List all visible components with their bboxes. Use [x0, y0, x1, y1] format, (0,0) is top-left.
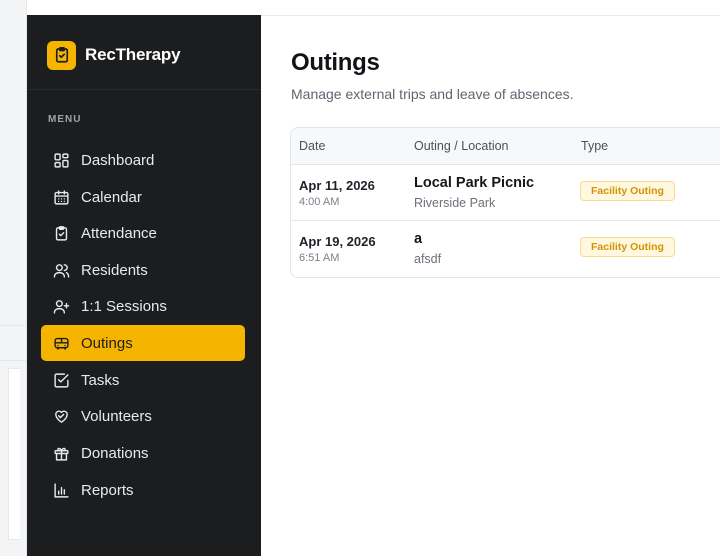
sidebar: RecTherapy MENU Dashboard Calendar Atten…	[27, 15, 261, 556]
sidebar-item-sessions[interactable]: 1:1 Sessions	[41, 288, 245, 324]
sidebar-item-attendance[interactable]: Attendance	[41, 215, 245, 251]
column-header-type[interactable]: Type	[581, 139, 608, 153]
sidebar-item-calendar[interactable]: Calendar	[41, 179, 245, 215]
outing-time: 4:00 AM	[299, 196, 340, 208]
sidebar-item-residents[interactable]: Residents	[41, 252, 245, 288]
heart-handshake-icon	[52, 407, 70, 425]
calendar-icon	[52, 188, 70, 206]
bar-chart-icon	[52, 481, 70, 499]
page-subtitle: Manage external trips and leave of absen…	[291, 86, 574, 102]
dashboard-icon	[52, 151, 70, 169]
type-badge: Facility Outing	[580, 237, 675, 257]
sidebar-item-volunteers[interactable]: Volunteers	[41, 398, 245, 434]
table-row[interactable]: Apr 19, 2026 6:51 AM a afsdf Facility Ou…	[291, 221, 720, 277]
app-name: RecTherapy	[85, 45, 181, 64]
background-panel	[8, 368, 20, 540]
strip-divider	[0, 360, 26, 361]
sidebar-item-outings[interactable]: Outings	[41, 325, 245, 361]
outing-location: afsdf	[414, 252, 442, 266]
users-icon	[52, 261, 70, 279]
sidebar-item-label: 1:1 Sessions	[81, 297, 167, 315]
outing-name[interactable]: a	[414, 231, 422, 247]
sidebar-item-reports[interactable]: Reports	[41, 472, 245, 508]
sidebar-item-label: Residents	[81, 261, 148, 279]
brand-divider	[27, 89, 261, 90]
sidebar-item-label: Dashboard	[81, 151, 155, 169]
user-plus-icon	[52, 297, 70, 315]
sidebar-item-label: Tasks	[81, 371, 120, 389]
outing-date: Apr 19, 2026	[299, 234, 376, 249]
sidebar-item-label: Calendar	[81, 188, 142, 206]
sidebar-item-label: Volunteers	[81, 407, 152, 425]
table-row[interactable]: Apr 11, 2026 4:00 AM Local Park Picnic R…	[291, 165, 720, 221]
page-title: Outings	[291, 49, 380, 76]
background-window-strip	[0, 0, 27, 556]
type-badge: Facility Outing	[580, 181, 675, 201]
checkbox-icon	[52, 371, 70, 389]
outing-location: Riverside Park	[414, 196, 496, 210]
sidebar-item-label: Attendance	[81, 224, 157, 242]
strip-divider	[0, 325, 26, 326]
sidebar-item-donations[interactable]: Donations	[41, 435, 245, 471]
sidebar-item-label: Outings	[81, 334, 133, 352]
menu-heading: MENU	[48, 114, 82, 125]
main-content: Outings Manage external trips and leave …	[261, 15, 720, 556]
outings-table: Date Outing / Location Type Apr 11, 2026…	[290, 127, 720, 278]
outing-time: 6:51 AM	[299, 252, 340, 264]
sidebar-item-dashboard[interactable]: Dashboard	[41, 142, 245, 178]
outing-date: Apr 11, 2026	[299, 178, 375, 193]
column-header-date[interactable]: Date	[299, 139, 325, 153]
sidebar-item-tasks[interactable]: Tasks	[41, 362, 245, 398]
clipboard-check-icon	[52, 224, 70, 242]
app-logo-icon	[47, 40, 76, 70]
brand[interactable]: RecTherapy	[47, 40, 181, 70]
sidebar-item-label: Donations	[81, 444, 149, 462]
column-header-outing[interactable]: Outing / Location	[414, 139, 509, 153]
outing-name[interactable]: Local Park Picnic	[414, 175, 534, 191]
sidebar-item-label: Reports	[81, 481, 134, 499]
bus-icon	[52, 334, 70, 352]
table-header: Date Outing / Location Type	[291, 128, 720, 165]
gift-icon	[52, 444, 70, 462]
